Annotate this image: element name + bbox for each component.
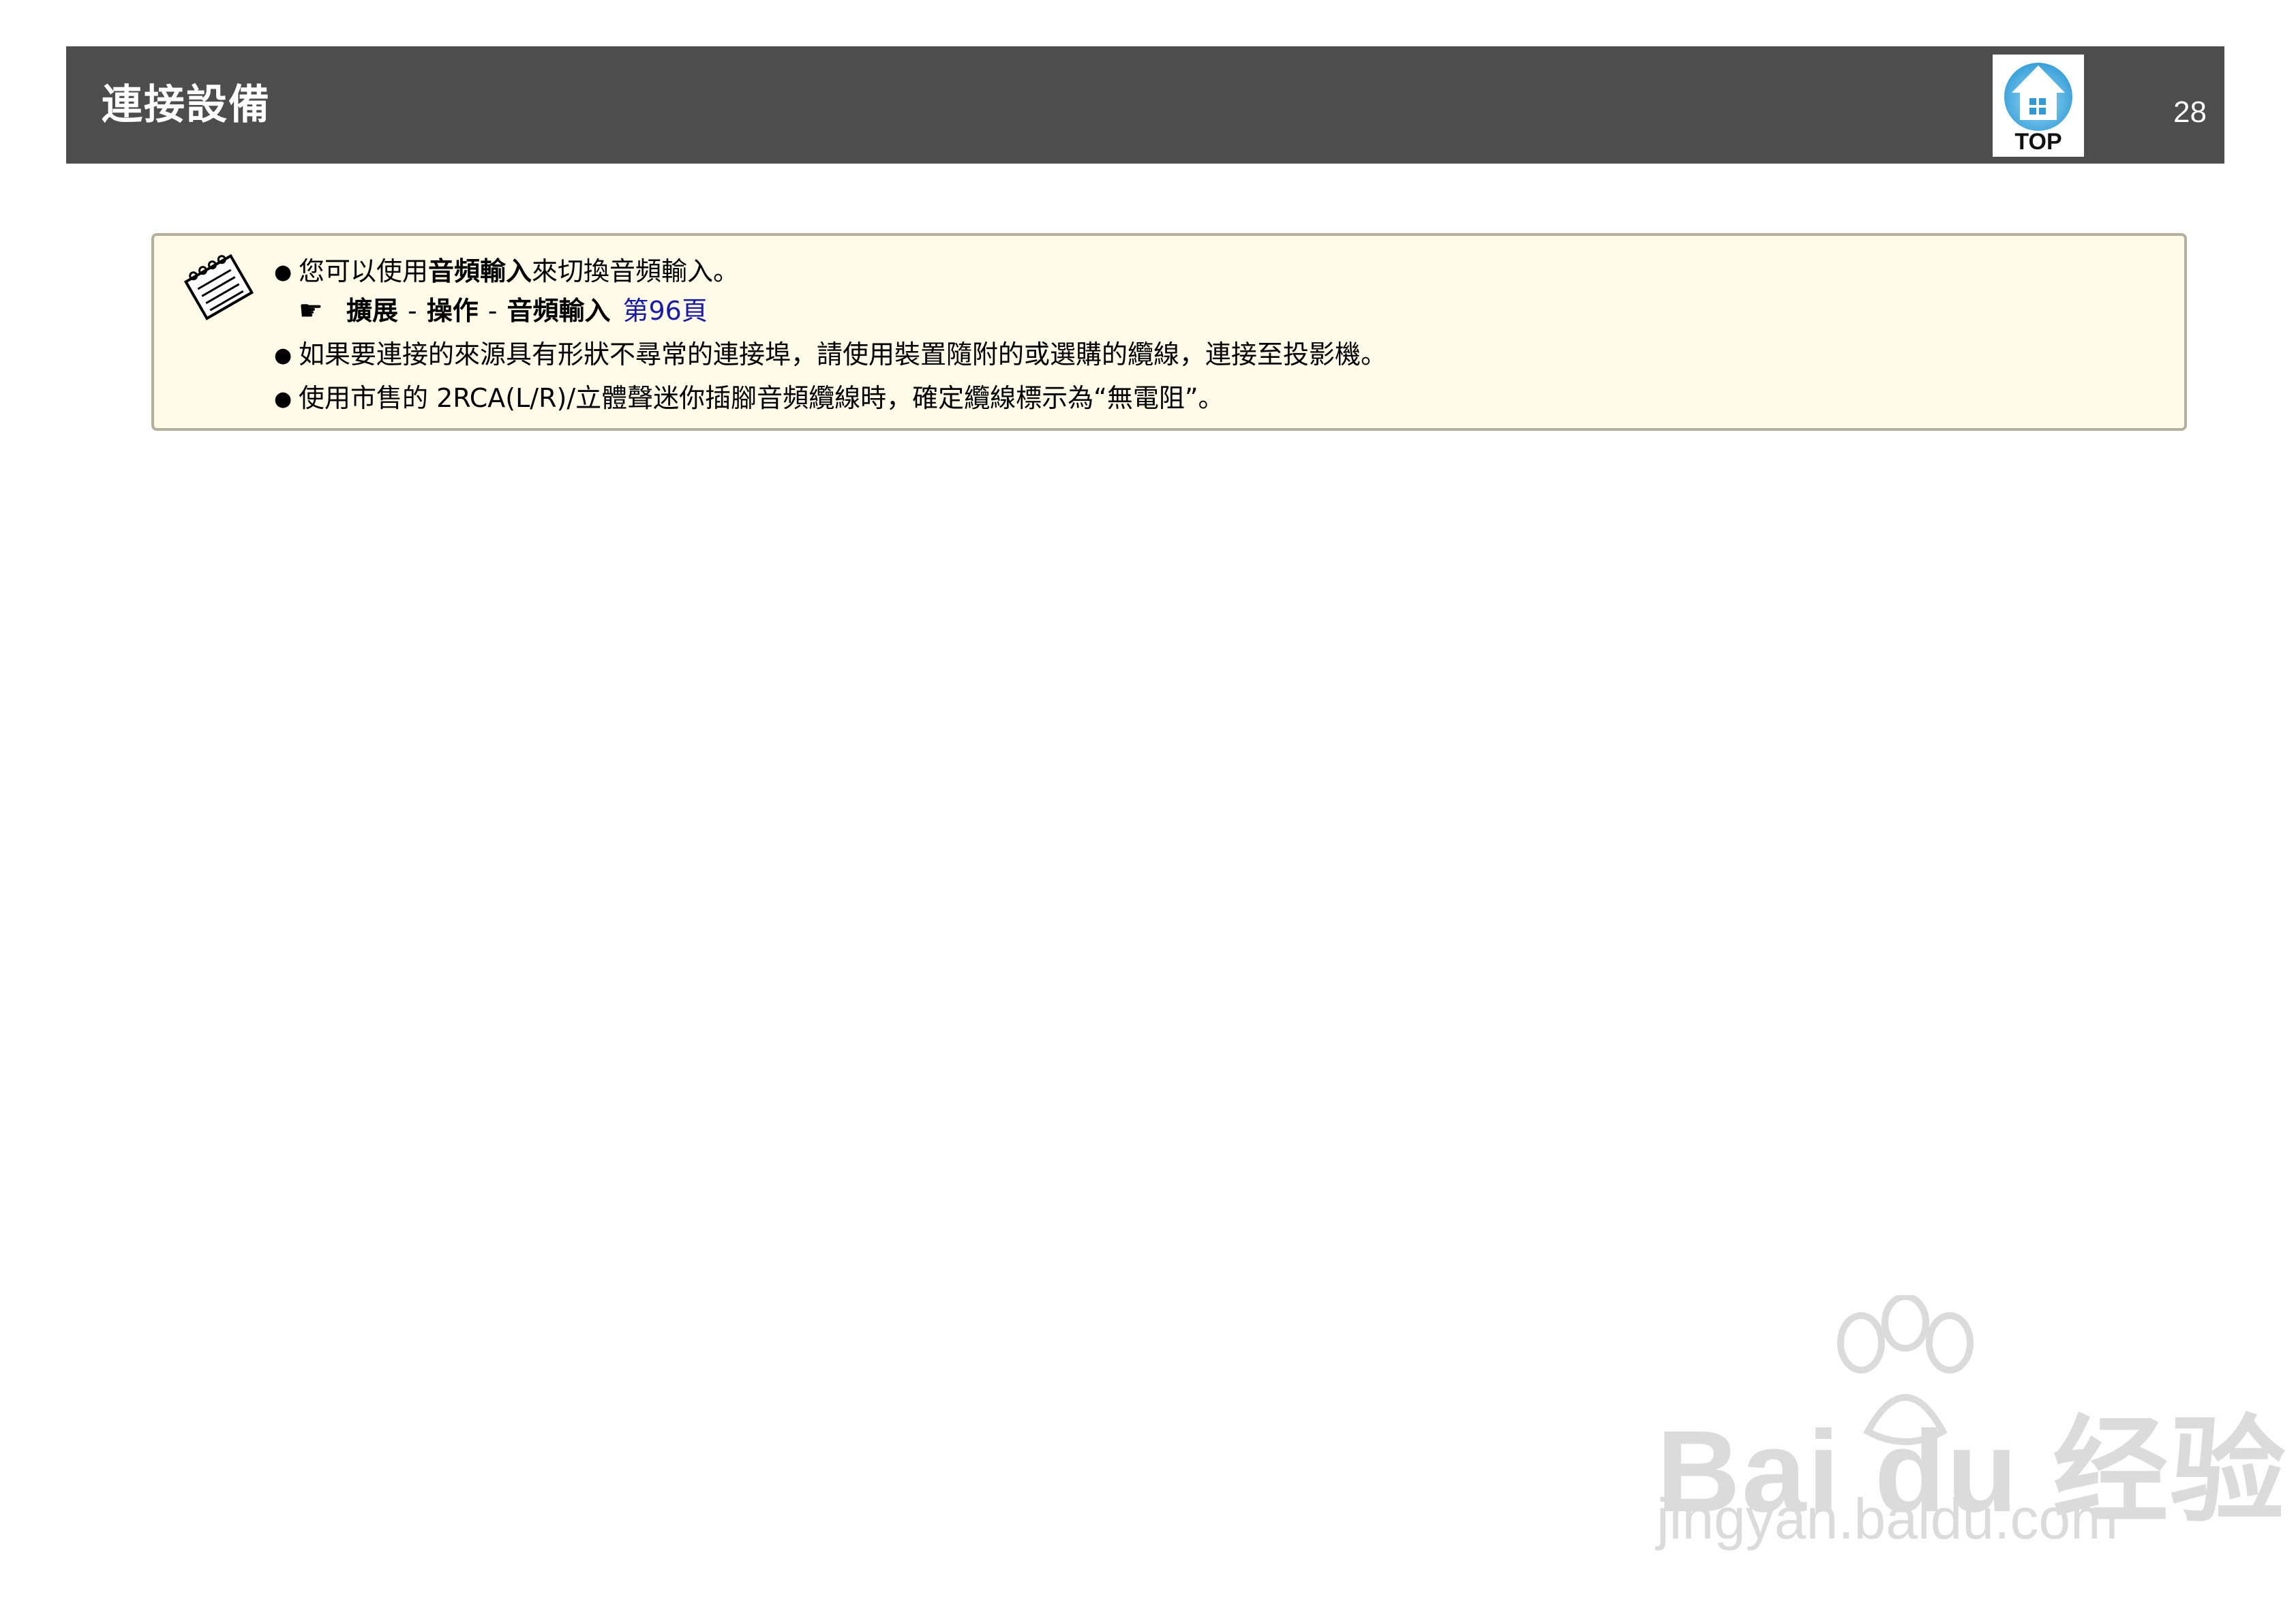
reference-path-2: 操作: [426, 296, 479, 326]
note-item-1-suffix: 來切換音頻輸入。: [532, 256, 740, 286]
note-item-1-prefix: 您可以使用: [299, 256, 429, 286]
reference-path-3: 音頻輸入: [507, 296, 611, 326]
note-item-3-text: 使用市售的 2RCA(L/R)/立體聲迷你插腳音頻纜線時，確定纜線標示為“無電阻…: [299, 383, 1224, 413]
reference-line: ☛ 擴展 - 操作 - 音頻輸入 第96頁: [299, 294, 708, 327]
top-button-label: TOP: [2014, 129, 2062, 155]
note-item-2: ● 如果要連接的來源具有形狀不尋常的連接埠，請使用裝置隨附的或選購的纜線，連接至投…: [274, 338, 1387, 372]
audio-input-term: 音頻輸入: [428, 256, 532, 286]
bullet: ●: [274, 260, 292, 284]
page-link[interactable]: 第96頁: [622, 296, 707, 326]
watermark: Bai du 经验 jingyan.baidu.com: [1650, 1295, 2286, 1554]
reference-separator: -: [408, 296, 417, 326]
page-title: 連接設備: [102, 81, 271, 129]
page-number: 28: [2173, 95, 2207, 129]
note-item-1: ● 您可以使用音頻輸入來切換音頻輸入。: [274, 255, 739, 289]
note-box: ● 您可以使用音頻輸入來切換音頻輸入。 ☛ 擴展 - 操作 - 音頻輸入 第96頁 ● 如果要連…: [151, 233, 2187, 431]
bullet: ●: [274, 387, 292, 411]
note-item-2-text: 如果要連接的來源具有形狀不尋常的連接埠，請使用裝置隨附的或選購的纜線，連接至投影…: [299, 339, 1387, 369]
home-icon: [2004, 63, 2072, 131]
pointing-hand-icon: ☛: [299, 295, 323, 327]
header-bar: 連接設備 TOP 28: [66, 46, 2224, 164]
top-button[interactable]: TOP: [1993, 55, 2084, 157]
bullet: ●: [274, 344, 292, 367]
watermark-url: jingyan.baidu.com: [1657, 1487, 2119, 1551]
notepad-icon: [183, 254, 254, 320]
reference-separator: -: [487, 296, 498, 326]
note-item-3: ● 使用市售的 2RCA(L/R)/立體聲迷你插腳音頻纜線時，確定纜線標示為“無電…: [274, 382, 1224, 416]
reference-path-1: 擴展: [346, 296, 399, 326]
